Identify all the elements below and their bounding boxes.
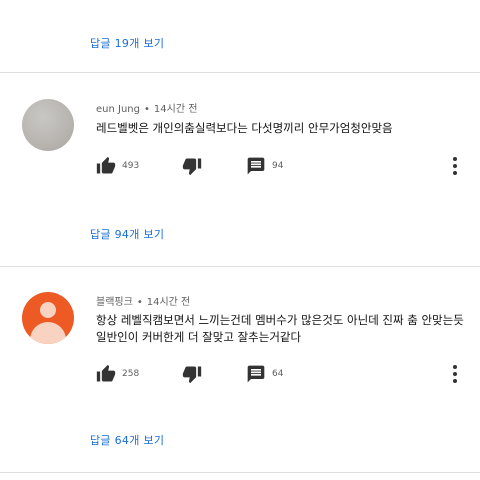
author-name[interactable]: 블랙핑크	[96, 297, 133, 308]
more-vertical-icon	[453, 365, 457, 369]
like-count: 493	[122, 161, 140, 171]
comment-text: 항상 레벨직캠보면서 느끼는건데 멤버수가 많은것도 아닌데 진짜 춤 안맞는듯…	[96, 313, 464, 344]
comment-item: 블랙핑크 • 14시간 전 항상 레벨직캠보면서 느끼는건데 멤버수가 많은것도 아…	[0, 266, 480, 472]
more-vertical-icon	[453, 379, 457, 383]
thumbs-up-icon	[96, 364, 116, 382]
reply-count: 64	[272, 369, 284, 379]
more-vertical-icon	[453, 157, 457, 161]
more-options-button[interactable]	[448, 154, 462, 178]
thumbs-up-icon	[96, 156, 116, 174]
avatar[interactable]	[22, 292, 74, 344]
reply-button[interactable]: 64	[246, 362, 283, 386]
reply-button[interactable]: 94	[246, 154, 283, 178]
timestamp: 14시간 전	[146, 297, 191, 308]
comment-actions: 493 94	[96, 154, 480, 178]
more-vertical-icon	[453, 164, 457, 168]
reply-count: 94	[272, 161, 284, 171]
more-vertical-icon	[453, 171, 457, 175]
more-options-button[interactable]	[448, 362, 462, 386]
dislike-button[interactable]	[182, 154, 202, 178]
comment-icon	[247, 157, 265, 175]
like-button[interactable]: 493	[96, 154, 139, 178]
avatar-body	[30, 322, 66, 344]
comment-meta: 블랙핑크 • 14시간 전	[96, 293, 190, 308]
timestamp: 14시간 전	[153, 104, 198, 115]
meta-separator: •	[136, 297, 143, 308]
comment-text: 레드벨벳은 개인의춤실력보다는 다섯명끼리 안무가엄청안맞음	[96, 121, 393, 135]
divider	[0, 472, 480, 473]
comment-item: eun Jung • 14시간 전 레드벨벳은 개인의춤실력보다는 다섯명끼리 안무…	[0, 72, 480, 267]
more-vertical-icon	[453, 372, 457, 376]
avatar-head	[40, 302, 56, 318]
comment-meta: eun Jung • 14시간 전	[96, 100, 197, 115]
dislike-button[interactable]	[182, 362, 202, 386]
avatar[interactable]	[22, 99, 74, 151]
meta-separator: •	[143, 104, 150, 115]
comment-actions: 258 64	[96, 362, 480, 386]
thumbs-down-icon	[182, 366, 202, 384]
comment-icon	[247, 365, 265, 383]
author-name[interactable]: eun Jung	[96, 104, 140, 115]
view-replies-link[interactable]: 답글 64개 보기	[90, 432, 164, 448]
view-replies-link[interactable]: 답글 94개 보기	[90, 226, 164, 242]
thumbs-down-icon	[182, 158, 202, 176]
like-count: 258	[122, 369, 140, 379]
like-button[interactable]: 258	[96, 362, 139, 386]
view-replies-link[interactable]: 답글 19개 보기	[90, 35, 164, 51]
